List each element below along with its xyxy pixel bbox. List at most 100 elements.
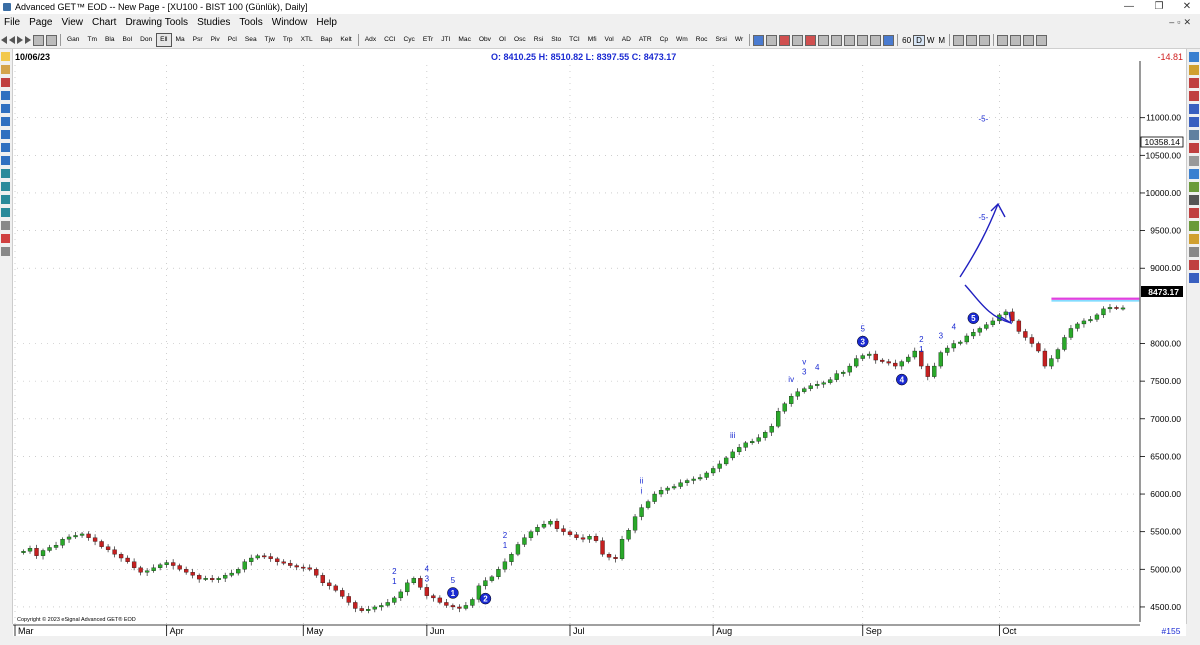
tag-icon[interactable] bbox=[805, 34, 817, 46]
arrow-right-tool-icon[interactable] bbox=[1, 130, 10, 139]
alert-icon[interactable] bbox=[779, 34, 791, 46]
channel-tool-icon[interactable] bbox=[1, 169, 10, 178]
crosshair-icon[interactable] bbox=[766, 34, 778, 46]
trend-tool-icon[interactable] bbox=[1, 143, 10, 152]
toolbar-tci-button[interactable]: TCI bbox=[565, 33, 584, 47]
toolbar-kelt-button[interactable]: Kelt bbox=[336, 33, 355, 47]
close-button[interactable]: ✕ bbox=[1172, 0, 1200, 14]
zoom-icon[interactable] bbox=[33, 34, 44, 46]
close-panel-icon[interactable] bbox=[1036, 34, 1048, 46]
menu-chart[interactable]: Chart bbox=[92, 17, 116, 28]
menu-view[interactable]: View bbox=[61, 17, 83, 28]
toolbar-oi-button[interactable]: OI bbox=[495, 33, 510, 47]
toolbar-pcl-button[interactable]: Pcl bbox=[224, 33, 241, 47]
toolbar-roc-button[interactable]: Roc bbox=[692, 33, 712, 47]
menu-drawing-tools[interactable]: Drawing Tools bbox=[125, 17, 188, 28]
marker-tool-icon[interactable] bbox=[1, 78, 10, 87]
pen-icon[interactable] bbox=[1189, 234, 1199, 244]
draw-icon[interactable] bbox=[46, 34, 57, 46]
menu-help[interactable]: Help bbox=[316, 17, 337, 28]
toolbar-wr-button[interactable]: Wr bbox=[731, 33, 747, 47]
select-tool-icon[interactable] bbox=[1, 65, 10, 74]
toolbar-adx-button[interactable]: Adx bbox=[361, 33, 380, 47]
menu-studies[interactable]: Studies bbox=[197, 17, 230, 28]
grid-tool-icon[interactable] bbox=[1, 195, 10, 204]
toolbar-mac-button[interactable]: Mac bbox=[454, 33, 474, 47]
toolbar-jti-button[interactable]: JTI bbox=[437, 33, 454, 47]
bars-icon[interactable] bbox=[1189, 78, 1199, 88]
interval-monthly-button[interactable]: M bbox=[936, 36, 947, 45]
toolbar-srsi-button[interactable]: Srsi bbox=[711, 33, 730, 47]
box-icon[interactable] bbox=[1189, 156, 1199, 166]
pti-icon[interactable] bbox=[1189, 195, 1199, 205]
help-icon[interactable] bbox=[883, 34, 895, 46]
retrace-icon[interactable] bbox=[1189, 117, 1199, 127]
toolbar-cci-button[interactable]: CCI bbox=[380, 33, 399, 47]
toolbar-cyc-button[interactable]: Cyc bbox=[400, 33, 419, 47]
interval-daily-button[interactable]: D bbox=[913, 34, 925, 46]
layout-icon[interactable] bbox=[818, 34, 830, 46]
toolbar-bap-button[interactable]: Bap bbox=[317, 33, 337, 47]
toolbar-bol-button[interactable]: Bol bbox=[119, 33, 137, 47]
scroll-left-fast-icon[interactable] bbox=[9, 36, 15, 44]
prob-icon[interactable] bbox=[1189, 91, 1199, 101]
wave-prob-icon[interactable] bbox=[1189, 208, 1199, 218]
toolbar-cp-button[interactable]: Cp bbox=[656, 33, 672, 47]
interval-60-button[interactable]: 60 bbox=[900, 36, 913, 45]
erase-tool-icon[interactable] bbox=[1, 247, 10, 256]
scroll-right-fast-icon[interactable] bbox=[25, 36, 31, 44]
menu-window[interactable]: Window bbox=[272, 17, 308, 28]
chart-type-icon[interactable] bbox=[753, 34, 765, 46]
interval-weekly-button[interactable]: W bbox=[925, 36, 937, 45]
toolbar-rsi-button[interactable]: Rsi bbox=[530, 33, 548, 47]
refresh-icon[interactable] bbox=[844, 34, 856, 46]
toolbar-tjw-button[interactable]: Tjw bbox=[261, 33, 279, 47]
toolbar-bla-button[interactable]: Bla bbox=[101, 33, 119, 47]
toolbar-trp-button[interactable]: Trp bbox=[279, 33, 297, 47]
toolbar-vol-button[interactable]: Vol bbox=[601, 33, 618, 47]
grid-icon[interactable] bbox=[966, 34, 978, 46]
panel-icon[interactable] bbox=[1023, 34, 1035, 46]
chart-panel[interactable]: 1 5 3 4 2 1 2 1 2 i ii iii iv 3 v 4 3 5 4 1 2 3 4 5 -5- -5- 11000… bbox=[13, 49, 1186, 636]
magnet-icon[interactable] bbox=[1189, 260, 1199, 270]
move-icon[interactable] bbox=[1189, 273, 1199, 283]
toolbar-mfi-button[interactable]: Mfi bbox=[584, 33, 601, 47]
settings-icon[interactable] bbox=[870, 34, 882, 46]
print-icon[interactable] bbox=[857, 34, 869, 46]
panel-icon[interactable] bbox=[997, 34, 1009, 46]
menu-file[interactable]: File bbox=[4, 17, 20, 28]
crosshair-tool-icon[interactable] bbox=[1, 234, 10, 243]
mdi-controls-icon[interactable]: –▫✕ bbox=[1169, 17, 1194, 28]
toolbar-xtl-button[interactable]: XTL bbox=[297, 33, 317, 47]
toolbar-gan-button[interactable]: Gan bbox=[63, 33, 83, 47]
dots-icon[interactable] bbox=[1189, 247, 1199, 257]
ruler-icon[interactable] bbox=[1189, 65, 1199, 75]
chevron-icon[interactable] bbox=[1189, 143, 1199, 153]
toolbar-wm-button[interactable]: Wm bbox=[672, 33, 692, 47]
arrow-down-tool-icon[interactable] bbox=[1, 104, 10, 113]
toolbar-sto-button[interactable]: Sto bbox=[547, 33, 565, 47]
toolbar-piv-button[interactable]: Piv bbox=[207, 33, 224, 47]
price-chart[interactable]: 153421212iiiiiiiv3v435412 345-5--5- 11000… bbox=[13, 49, 1186, 636]
maximize-button[interactable]: ❐ bbox=[1144, 0, 1174, 14]
signal-icon[interactable] bbox=[1189, 221, 1199, 231]
toolbar-ma-button[interactable]: Ma bbox=[172, 33, 189, 47]
arrow-up-tool-icon[interactable] bbox=[1, 91, 10, 100]
home-icon[interactable] bbox=[953, 34, 965, 46]
toolbar-obv-button[interactable]: Obv bbox=[475, 33, 495, 47]
toolbar-etr-button[interactable]: ETr bbox=[419, 33, 437, 47]
toolbar-don-button[interactable]: Don bbox=[136, 33, 156, 47]
toolbar-psr-button[interactable]: Psr bbox=[189, 33, 207, 47]
toolbar-sea-button[interactable]: Sea bbox=[241, 33, 261, 47]
fib-tool-icon[interactable] bbox=[1, 156, 10, 165]
minimize-button[interactable]: — bbox=[1114, 0, 1144, 14]
toolbar-ell-button[interactable]: Ell bbox=[156, 33, 172, 47]
toolbar-ad-button[interactable]: AD bbox=[618, 33, 635, 47]
menu-page[interactable]: Page bbox=[29, 17, 52, 28]
window-tile-icon[interactable] bbox=[979, 34, 991, 46]
panel-icon[interactable] bbox=[1010, 34, 1022, 46]
arrow-left-tool-icon[interactable] bbox=[1, 117, 10, 126]
menu-tools[interactable]: Tools bbox=[239, 17, 262, 28]
table-tool-icon[interactable] bbox=[1, 221, 10, 230]
box-tool-icon[interactable] bbox=[1, 182, 10, 191]
